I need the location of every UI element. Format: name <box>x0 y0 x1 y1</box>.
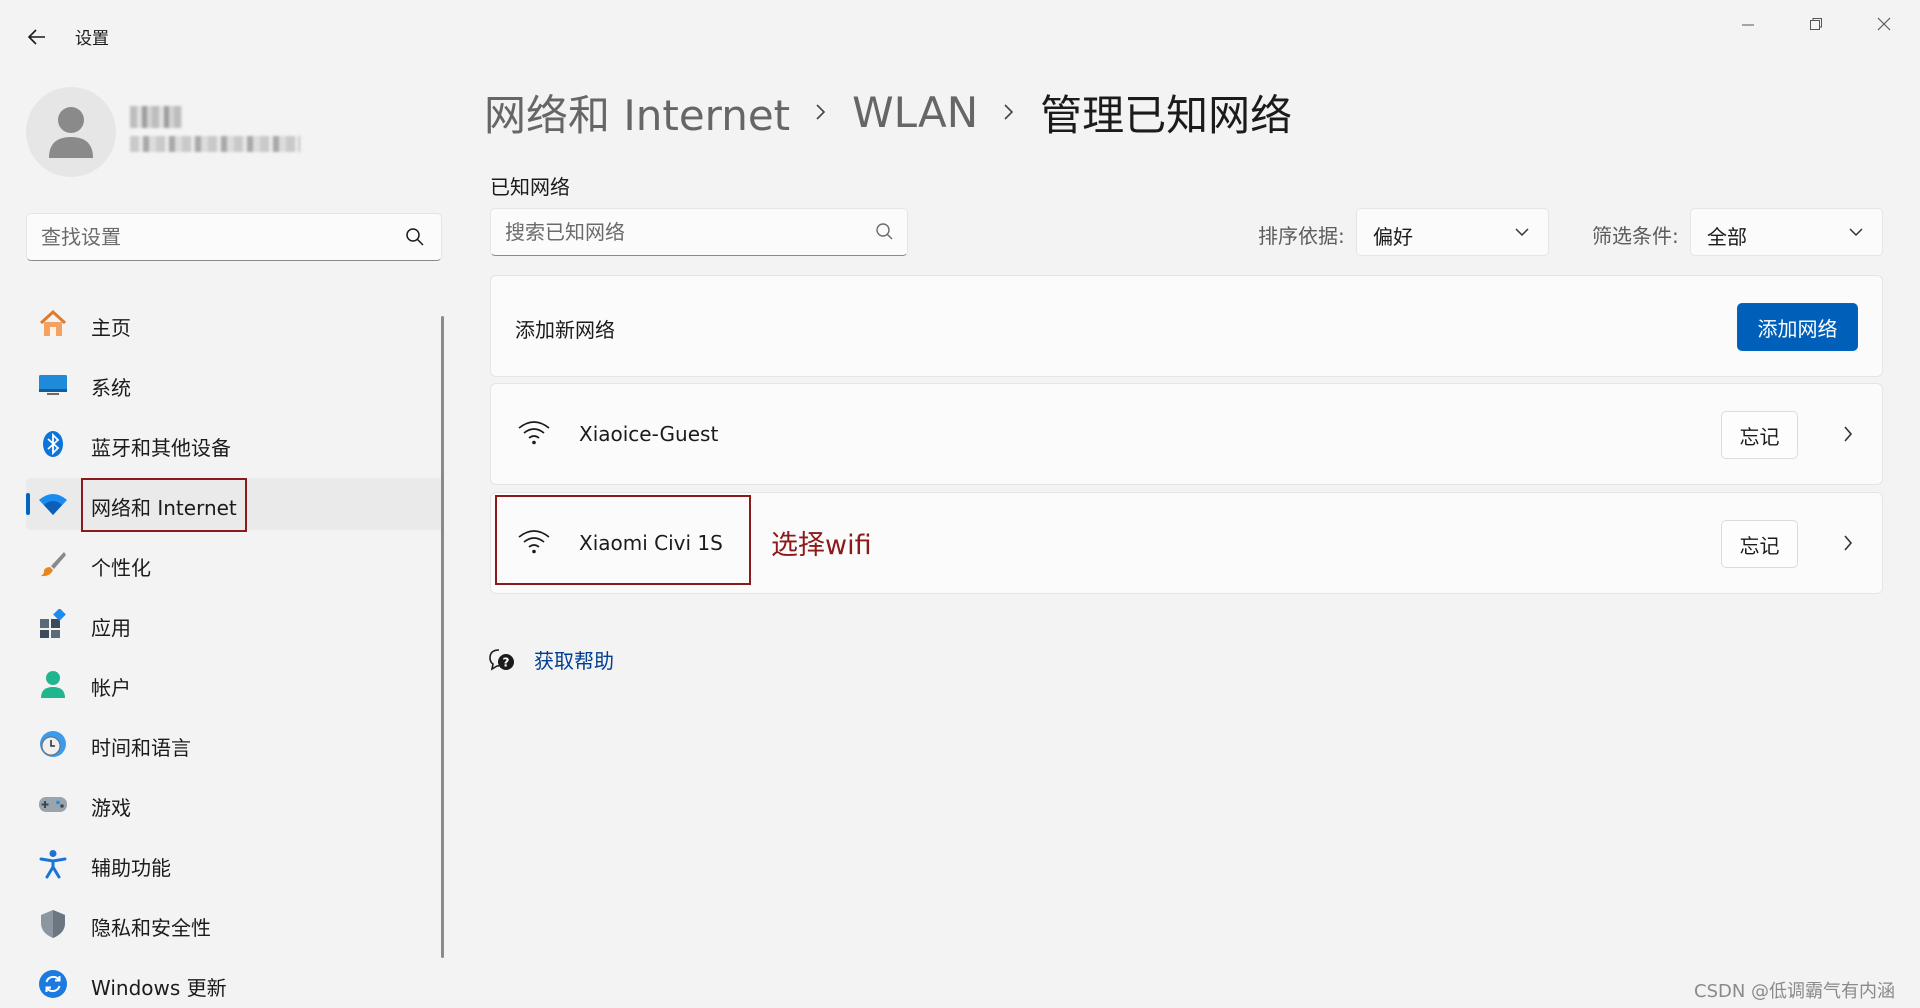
sidebar-item-gaming[interactable]: 游戏 <box>26 778 444 830</box>
sidebar-item-home[interactable]: 主页 <box>26 298 444 350</box>
sidebar-item-label: 隐私和安全性 <box>91 916 211 940</box>
svg-text:?: ? <box>503 655 510 669</box>
sidebar-item-label: 时间和语言 <box>91 736 191 760</box>
chevron-right-icon[interactable] <box>1842 533 1854 553</box>
chevron-right-icon <box>1002 102 1016 122</box>
sidebar-item-label: 帐户 <box>91 676 131 700</box>
restore-icon <box>1810 18 1822 30</box>
sidebar-item-label: 辅助功能 <box>91 856 171 880</box>
clock-globe-icon <box>38 729 68 759</box>
annotation-text: 选择wifi <box>771 530 872 561</box>
search-icon[interactable] <box>875 222 895 242</box>
minimize-icon <box>1742 24 1754 26</box>
settings-search-input[interactable] <box>41 214 401 260</box>
search-icon[interactable] <box>405 227 425 247</box>
restore-button[interactable] <box>1796 12 1836 36</box>
network-name: Xiaoice-Guest <box>579 422 719 446</box>
filter-label: 筛选条件: <box>1592 224 1679 248</box>
annotation-highlight-box <box>81 478 247 532</box>
account-icon <box>38 669 68 699</box>
gamepad-icon <box>38 789 68 819</box>
sidebar-item-label: 应用 <box>91 616 131 640</box>
sidebar-item-network[interactable]: 网络和 Internet <box>26 478 444 532</box>
known-network-row[interactable]: Xiaomi Civi 1S 选择wifi 忘记 <box>490 492 1883 594</box>
page-title: 管理已知网络 <box>1040 90 1293 140</box>
known-networks-search-input[interactable] <box>505 209 855 255</box>
person-icon <box>49 107 93 158</box>
forget-button[interactable]: 忘记 <box>1721 411 1798 459</box>
filter-value: 全部 <box>1707 225 1747 249</box>
avatar[interactable] <box>26 87 116 177</box>
chevron-down-icon <box>1515 228 1529 237</box>
home-icon <box>38 309 68 339</box>
wifi-network-icon <box>38 489 68 519</box>
settings-search-box[interactable] <box>26 213 442 261</box>
profile-info-blurred <box>130 106 300 152</box>
sidebar-scrollbar[interactable] <box>441 316 444 958</box>
sidebar-item-accounts[interactable]: 帐户 <box>26 658 444 710</box>
close-button[interactable] <box>1864 12 1904 36</box>
apps-icon <box>38 609 68 639</box>
active-indicator <box>26 493 30 515</box>
profile-email-blurred <box>130 136 300 152</box>
sort-label: 排序依据: <box>1258 224 1345 248</box>
sidebar-item-label: 游戏 <box>91 796 131 820</box>
back-button[interactable] <box>20 20 54 54</box>
sidebar-item-accessibility[interactable]: 辅助功能 <box>26 838 444 890</box>
sidebar-item-label: 系统 <box>91 376 131 400</box>
sidebar-item-windows-update[interactable]: Windows 更新 <box>26 958 444 1008</box>
sidebar-item-label: 个性化 <box>91 556 151 580</box>
sidebar-item-system[interactable]: 系统 <box>26 358 444 410</box>
breadcrumb-network-internet[interactable]: 网络和 Internet <box>484 82 790 143</box>
chevron-down-icon <box>1849 228 1863 237</box>
minimize-button[interactable] <box>1728 12 1768 36</box>
sidebar-item-time-language[interactable]: 时间和语言 <box>26 718 444 770</box>
help-chat-icon: ? <box>489 648 514 671</box>
bluetooth-icon <box>38 429 68 459</box>
chevron-right-icon <box>814 102 828 122</box>
sidebar-nav: 主页 系统 蓝牙和其他设备 网络和 Internet 个性化 应用 帐户 时间和… <box>26 298 444 1008</box>
known-networks-label: 已知网络 <box>490 175 570 199</box>
sort-dropdown[interactable]: 偏好 <box>1356 208 1549 256</box>
shield-icon <box>38 909 68 939</box>
profile-name-blurred <box>130 106 182 128</box>
get-help-link[interactable]: 获取帮助 <box>534 645 614 674</box>
sidebar-item-apps[interactable]: 应用 <box>26 598 444 650</box>
network-name: Xiaomi Civi 1S <box>579 531 723 555</box>
brush-icon <box>38 549 68 579</box>
breadcrumb-wlan[interactable]: WLAN <box>852 88 978 137</box>
sidebar-item-bluetooth[interactable]: 蓝牙和其他设备 <box>26 418 444 470</box>
watermark: CSDN @低调霸气有内涵 <box>1694 981 1896 1002</box>
wifi-icon <box>518 530 550 554</box>
get-help: ? 获取帮助 <box>488 645 614 674</box>
sidebar-item-label: Windows 更新 <box>91 976 227 1000</box>
sidebar-item-label: 蓝牙和其他设备 <box>91 436 231 460</box>
sidebar-item-label: 主页 <box>91 316 131 340</box>
sidebar-item-personalization[interactable]: 个性化 <box>26 538 444 590</box>
sidebar-item-privacy[interactable]: 隐私和安全性 <box>26 898 444 950</box>
update-icon <box>38 969 68 999</box>
system-display-icon <box>38 369 68 399</box>
title-bar: 设置 <box>0 0 1920 72</box>
add-network-button[interactable]: 添加网络 <box>1737 303 1858 351</box>
sort-value: 偏好 <box>1373 225 1413 249</box>
app-title: 设置 <box>75 29 109 49</box>
add-network-text: 添加新网络 <box>515 318 615 342</box>
add-network-card: 添加新网络 添加网络 <box>490 275 1883 377</box>
known-network-row[interactable]: Xiaoice-Guest 忘记 <box>490 383 1883 485</box>
wifi-icon <box>518 421 550 445</box>
forget-button[interactable]: 忘记 <box>1721 520 1798 568</box>
accessibility-icon <box>38 849 68 879</box>
filter-dropdown[interactable]: 全部 <box>1690 208 1883 256</box>
back-arrow-icon <box>27 29 45 45</box>
known-networks-search-box[interactable] <box>490 208 908 256</box>
breadcrumb: 网络和 Internet WLAN 管理已知网络 <box>484 84 1292 140</box>
chevron-right-icon[interactable] <box>1842 424 1854 444</box>
close-icon <box>1877 17 1891 31</box>
